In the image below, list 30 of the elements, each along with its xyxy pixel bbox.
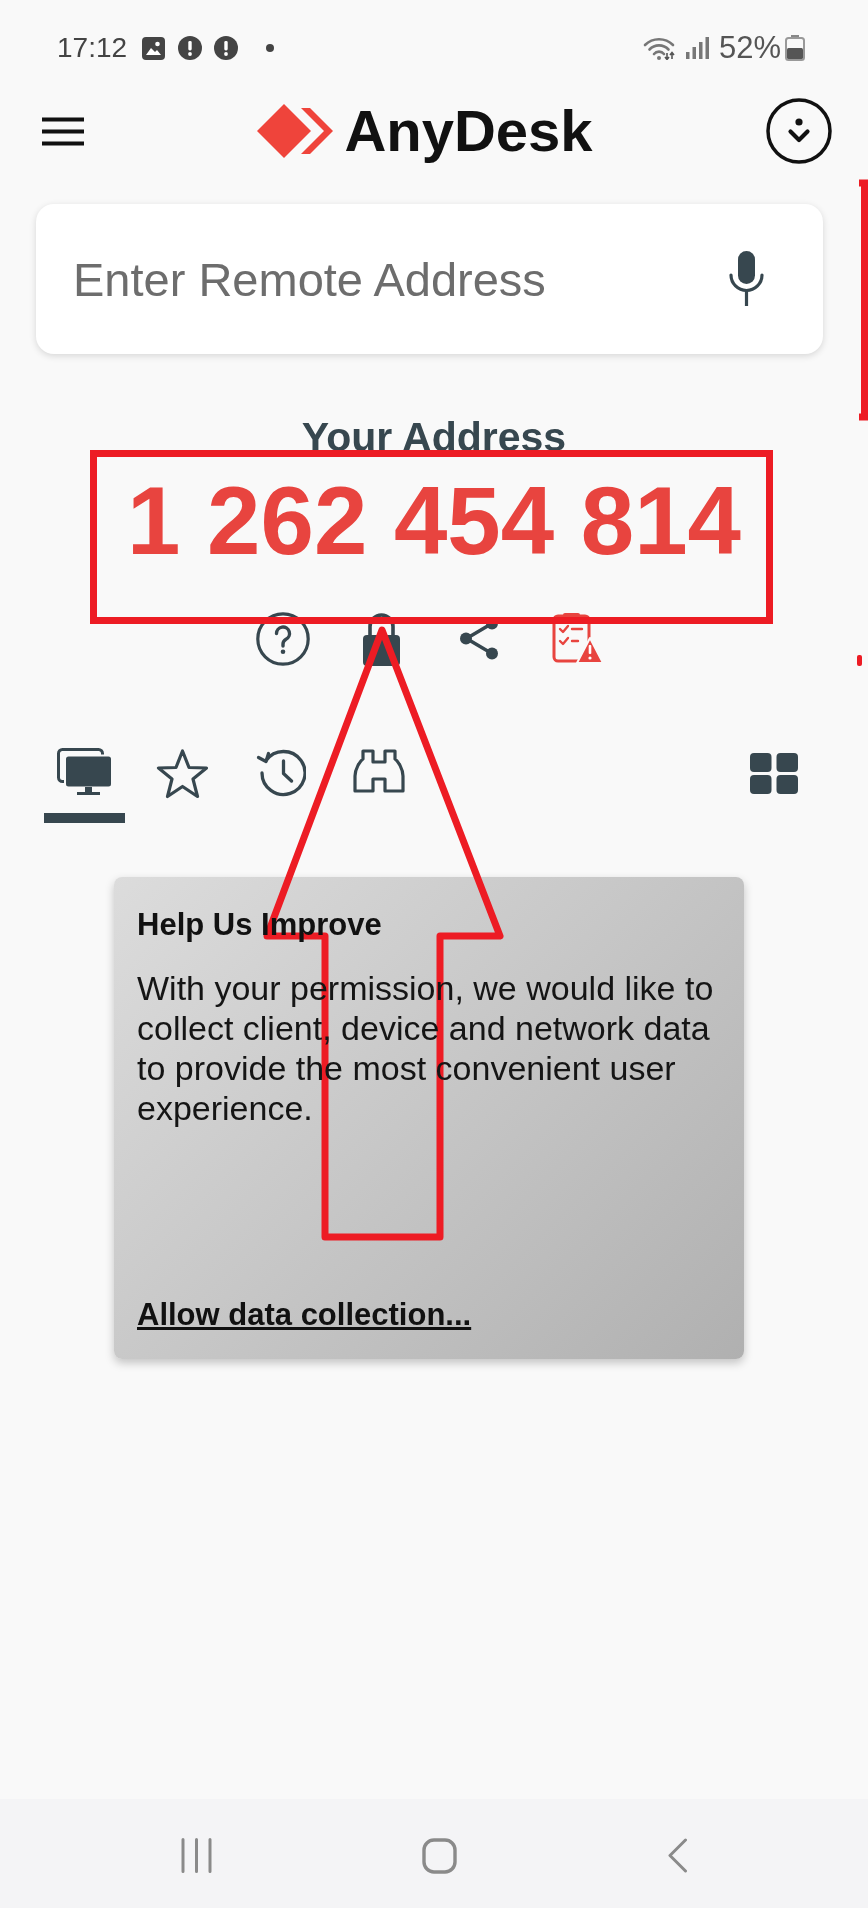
battery-icon xyxy=(785,35,805,61)
menu-icon[interactable] xyxy=(42,116,84,146)
binoculars-icon xyxy=(351,748,406,794)
recents-icon[interactable] xyxy=(180,1838,212,1873)
star-icon xyxy=(156,748,209,799)
help-icon[interactable] xyxy=(256,611,310,666)
history-icon xyxy=(255,748,306,797)
allow-data-collection-link[interactable]: Allow data collection... xyxy=(137,1295,472,1335)
search-field[interactable]: Enter Remote Address xyxy=(36,204,823,354)
back-icon[interactable] xyxy=(666,1838,688,1873)
notification-dot-icon xyxy=(266,44,275,52)
app-title: AnyDesk xyxy=(344,99,593,163)
address-label: Your Address xyxy=(301,413,567,462)
microphone-icon[interactable] xyxy=(728,251,765,306)
wifi-icon xyxy=(642,36,675,60)
chevron-down-circle-icon[interactable] xyxy=(766,98,832,164)
lock-icon[interactable] xyxy=(360,611,402,666)
alert-icon xyxy=(214,36,239,60)
signal-icon xyxy=(685,37,709,59)
status-time: 17:12 xyxy=(57,33,128,63)
checklist-warning-icon[interactable] xyxy=(551,612,603,665)
battery-percent: 52% xyxy=(718,31,781,65)
grid-icon[interactable] xyxy=(750,753,798,794)
monitor-icon xyxy=(57,748,112,795)
annotation-mark xyxy=(857,655,862,666)
image-icon xyxy=(142,36,166,60)
logo-icon xyxy=(257,104,336,158)
address-value: 1 262 454 814 xyxy=(127,473,741,569)
home-icon[interactable] xyxy=(421,1837,457,1874)
alert-icon xyxy=(178,36,203,60)
